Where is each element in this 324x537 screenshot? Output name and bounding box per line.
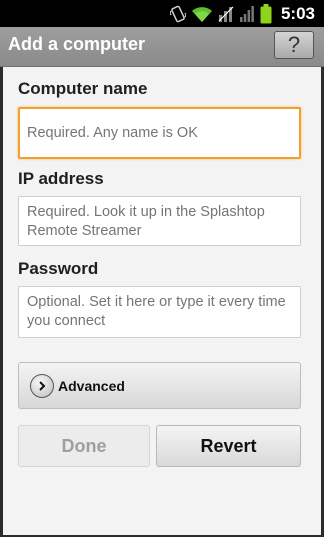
ip-address-input[interactable] — [18, 196, 301, 246]
ip-address-label: IP address — [18, 169, 104, 188]
password-input[interactable] — [18, 286, 301, 338]
revert-button[interactable]: Revert — [156, 425, 301, 467]
page-title: Add a computer — [8, 34, 146, 54]
advanced-button[interactable]: Advanced — [18, 362, 301, 409]
vibrate-icon — [167, 0, 189, 27]
title-bar: Add a computer ? — [0, 27, 324, 67]
done-button[interactable]: Done — [18, 425, 150, 467]
help-button[interactable]: ? — [274, 31, 314, 59]
add-computer-form: Computer name IP address Password Advanc… — [3, 67, 321, 535]
status-bar: 5:03 — [0, 0, 324, 27]
advanced-label: Advanced — [58, 377, 125, 394]
computer-name-label: Computer name — [18, 79, 148, 98]
wifi-icon — [189, 0, 215, 27]
chevron-right-icon — [30, 373, 54, 398]
signal-icon — [237, 0, 257, 27]
battery-icon — [257, 0, 275, 27]
screen: 5:03 Add a computer ? Computer name IP a… — [0, 0, 324, 537]
computer-name-input[interactable] — [18, 107, 301, 159]
clock: 5:03 — [280, 3, 315, 23]
password-label: Password — [18, 259, 99, 278]
no-signal-icon — [215, 0, 237, 27]
